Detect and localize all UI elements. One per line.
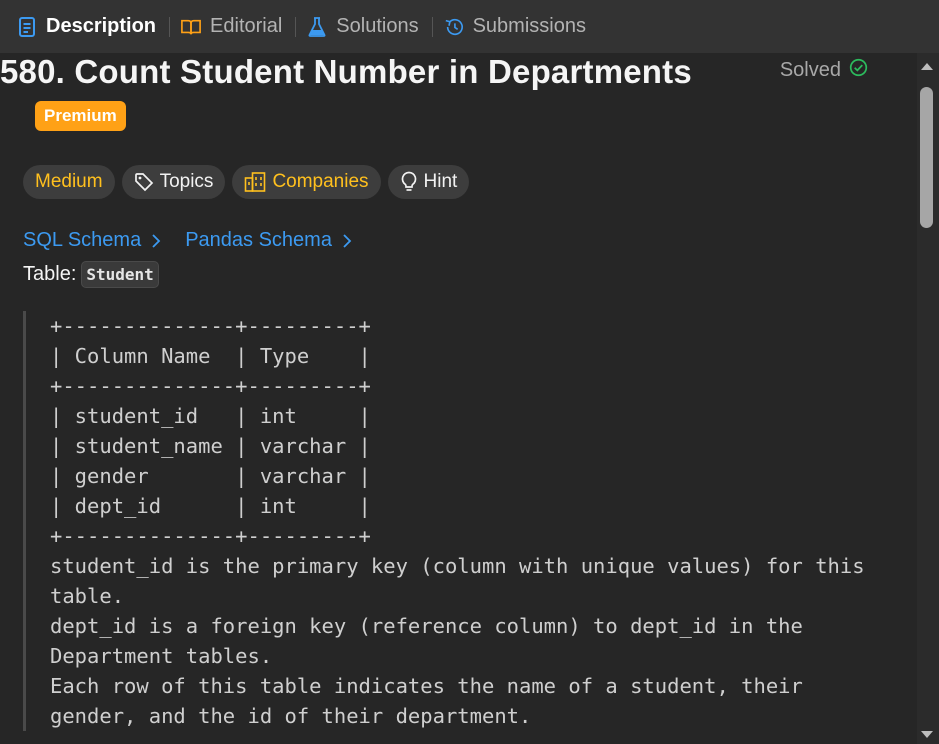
table-name-code: Student [81,261,159,288]
code-line: | student_name | varchar | [50,434,371,458]
code-line: +--------------+---------+ [50,524,371,548]
companies-pill[interactable]: Companies [232,165,381,199]
hint-pill[interactable]: Hint [387,165,470,199]
pandas-schema-link[interactable]: Pandas Schema [185,229,352,252]
chevron-right-icon [151,233,161,249]
tab-bar: Description Editorial Solutions Submissi… [0,0,939,53]
tab-description-label: Description [46,15,157,37]
code-line: | Column Name | Type | [50,344,371,368]
topics-label: Topics [159,171,214,192]
schema-links: SQL Schema Pandas Schema [23,229,352,252]
topics-pill[interactable]: Topics [121,165,226,199]
tab-solutions-label: Solutions [336,15,419,37]
sql-schema-label: SQL Schema [23,229,142,251]
building-icon [244,172,266,192]
scroll-thumb[interactable] [920,87,933,228]
code-line: | student_id | int | [50,404,371,428]
tab-editorial[interactable]: Editorial [181,0,282,53]
hint-label: Hint [423,171,458,192]
code-line: student_id is the primary key (column wi… [50,554,865,578]
book-icon [181,16,201,38]
tab-solutions[interactable]: Solutions [307,0,419,53]
code-line: | gender | varchar | [50,464,371,488]
lightbulb-icon [400,171,418,193]
title-row: 580. Count Student Number in Departments… [0,53,870,93]
check-circle-icon [849,58,868,83]
tab-divider [169,16,171,37]
schema-code-block: +--------------+---------+ | Column Name… [23,311,903,731]
tab-description[interactable]: Description [17,0,156,53]
premium-badge: Premium [35,101,126,131]
code-line: +--------------+---------+ [50,314,371,338]
tab-divider [431,16,433,37]
problem-panel: 580. Count Student Number in Departments… [0,53,917,744]
code-line: dept_id is a foreign key (reference colu… [50,614,803,638]
code-line: | dept_id | int | [50,494,371,518]
solved-status: Solved [780,58,868,83]
table-prefix: Table: [23,263,77,285]
chevron-right-icon [342,233,352,249]
scroll-up-arrow-icon[interactable] [921,63,933,70]
tab-divider [295,16,297,37]
code-line: gender, and the id of their department. [50,704,532,728]
companies-label: Companies [272,171,369,192]
scroll-down-arrow-icon[interactable] [921,731,933,738]
code-line: +--------------+---------+ [50,374,371,398]
code-line: table. [50,584,125,608]
tag-pills: Medium Topics Companies Hint [23,165,470,199]
document-icon [17,16,37,38]
tab-editorial-label: Editorial [210,15,283,37]
tag-icon [134,172,154,192]
vertical-scrollbar[interactable] [917,53,939,744]
sql-schema-link[interactable]: SQL Schema [23,229,161,252]
code-line: Each row of this table indicates the nam… [50,674,803,698]
code-line: Department tables. [50,644,273,668]
tab-submissions-label: Submissions [472,15,586,37]
flask-icon [307,16,327,38]
history-icon [444,16,464,38]
table-heading: Table: Student [23,261,159,288]
difficulty-pill: Medium [23,165,115,199]
solved-label: Solved [779,59,841,81]
difficulty-label: Medium [35,171,103,192]
problem-title[interactable]: 580. Count Student Number in Departments [0,53,692,91]
pandas-schema-label: Pandas Schema [185,229,332,251]
tab-submissions[interactable]: Submissions [444,0,586,53]
